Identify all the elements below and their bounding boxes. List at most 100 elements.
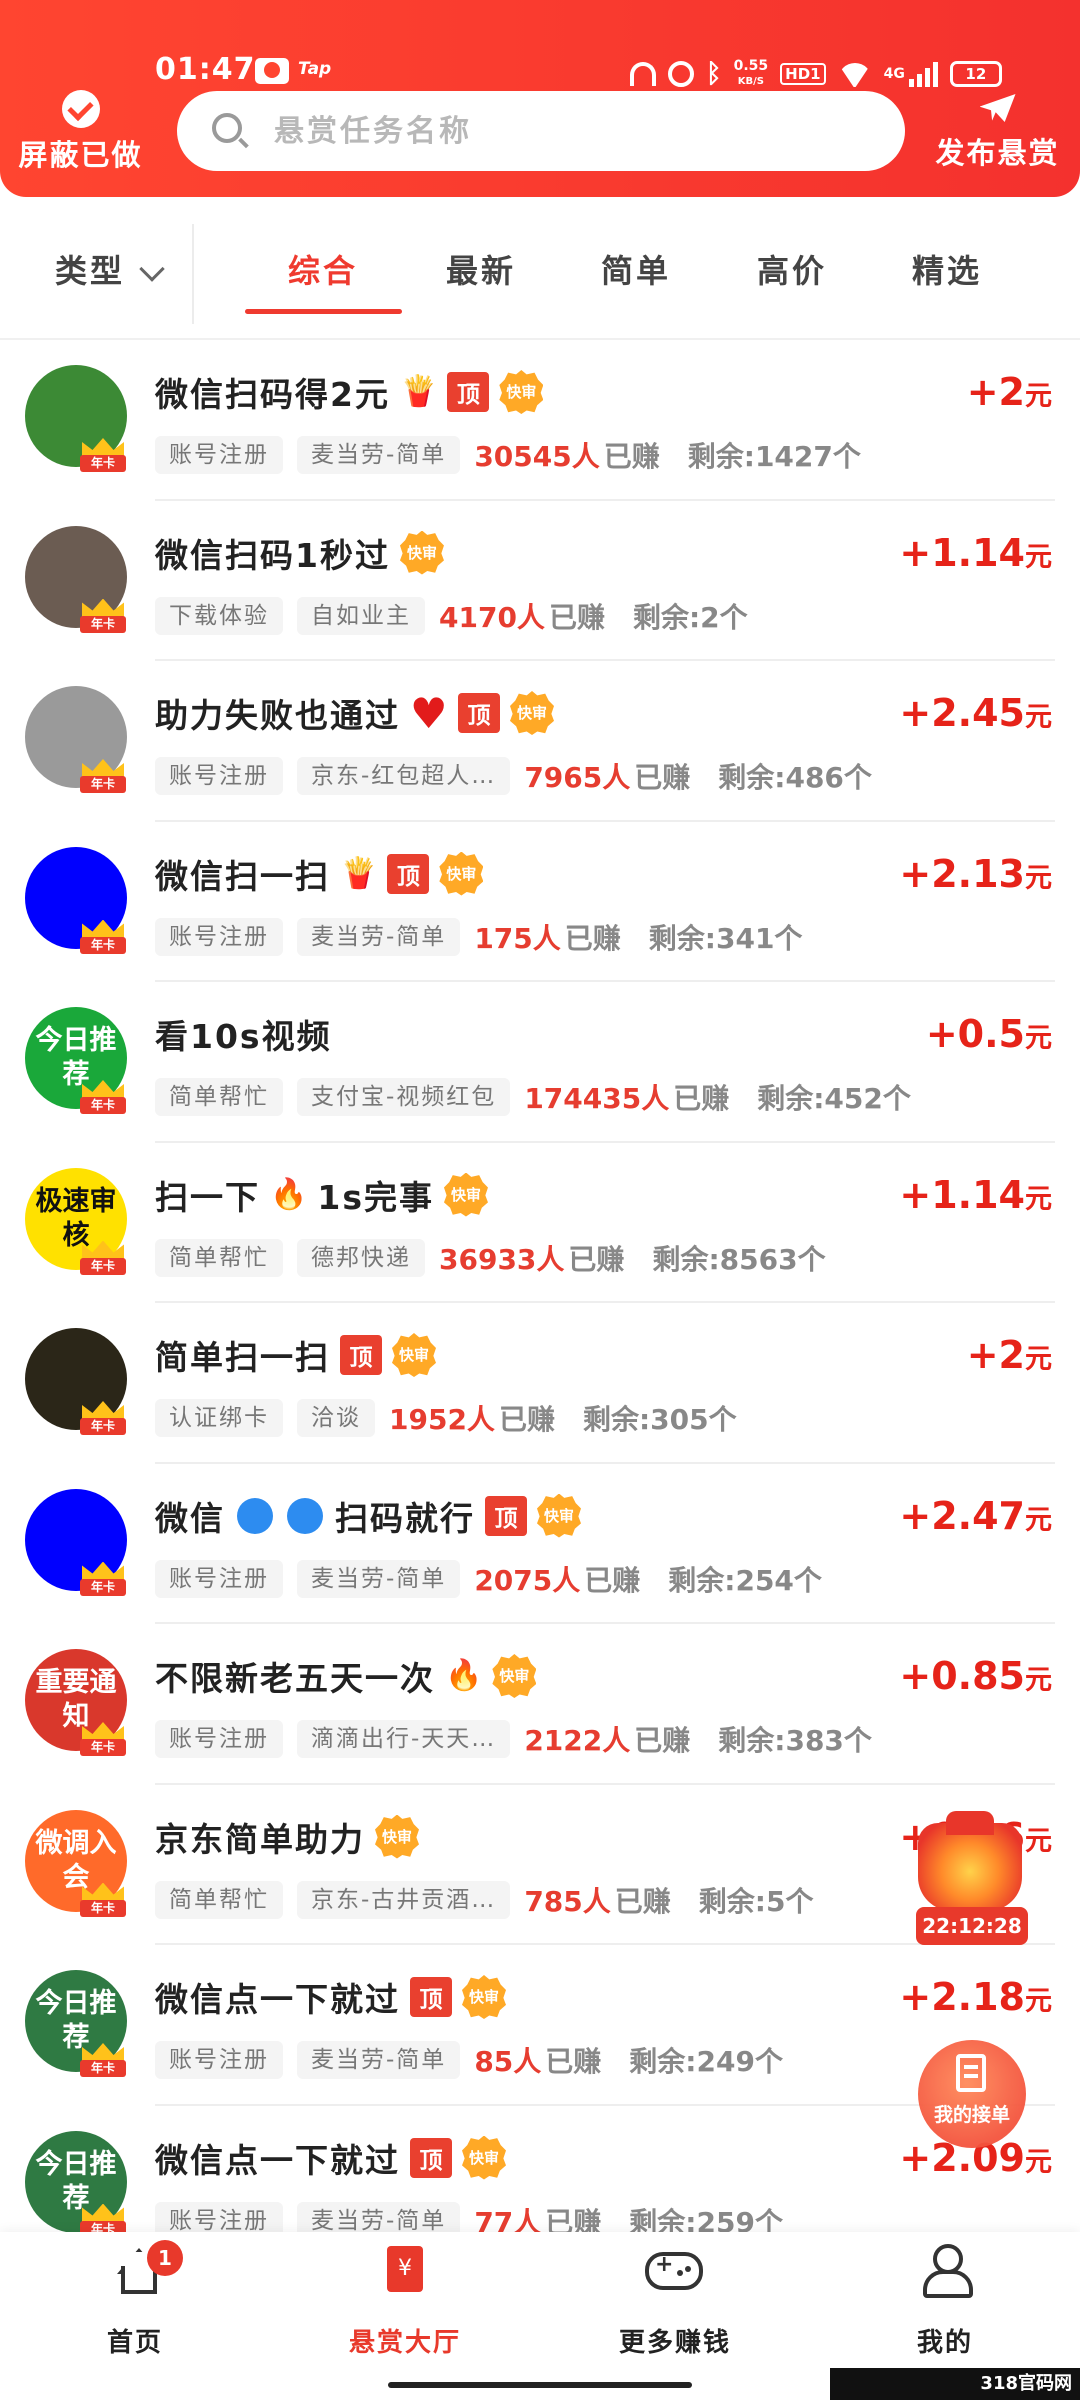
reward-amount: +1.14 (899, 1172, 1025, 1217)
task-title: 看10s视频 (155, 1017, 332, 1056)
tab-simple[interactable]: 简单 (601, 246, 671, 292)
reward-amount: +0.85 (899, 1654, 1025, 1698)
earned-suffix: 已赚 (498, 1403, 555, 1436)
year-card-badge: 年卡 (80, 919, 126, 956)
year-card-badge: 年卡 (80, 1882, 126, 1919)
type-filter-dropdown[interactable]: 类型 (55, 246, 125, 292)
earned-count: 85人 已赚 (474, 2040, 601, 2080)
nav-more-earn[interactable]: 更多赚钱 (575, 2232, 775, 2400)
tab-featured[interactable]: 精选 (912, 246, 982, 292)
task-row[interactable]: 今日推荐 年卡 看10s视频 简单帮忙 支付宝-视频红包 174435人 已赚 剩… (0, 982, 1080, 1143)
year-card-badge: 年卡 (80, 438, 126, 474)
year-card-label: 年卡 (80, 1097, 126, 1114)
task-row[interactable]: 年卡 微信 扫码就行顶快审 账号注册 麦当劳-简单 2075人 已赚 剩余:254个… (0, 1464, 1080, 1625)
my-orders-button[interactable]: 我的接单 (918, 2040, 1026, 2148)
task-row[interactable]: 极速审核 年卡 扫一下 🔥 1s完事 快审 简单帮忙 德邦快递 36933人 已赚 剩余… (0, 1143, 1080, 1304)
tab-latest[interactable]: 最新 (446, 246, 516, 292)
year-card-label: 年卡 (80, 1578, 126, 1596)
task-reward: +2.18元 (899, 1975, 1052, 2019)
publish-reward-label: 发布悬赏 (935, 136, 1060, 170)
search-box[interactable] (177, 91, 905, 171)
reward-unit: 元 (1025, 1504, 1052, 1536)
remaining-count: 剩余:341个 (648, 921, 803, 955)
task-meta-row: 简单帮忙 德邦快递 36933人 已赚 剩余:8563个 (155, 1237, 826, 1279)
gamepad-icon (645, 2252, 703, 2290)
fast-review-label: 快审 (516, 704, 547, 722)
task-title-row: 微信点一下就过顶快审 (155, 2135, 506, 2181)
task-meta-row: 简单帮忙 支付宝-视频红包 174435人 已赚 剩余:452个 (155, 1076, 911, 1118)
merchant-chip: 德邦快递 (297, 1238, 425, 1277)
search-input[interactable] (274, 91, 874, 171)
task-title: 简单扫一扫 (155, 1338, 330, 1377)
fast-review-label: 快审 (543, 1506, 574, 1525)
earned-count: 30545人 已赚 (474, 435, 659, 475)
year-card-label: 年卡 (80, 1257, 126, 1275)
nav-mine-label: 我的 (916, 2328, 973, 2358)
task-list: 年卡 微信扫码得2元 🍟 顶快审 账号注册 麦当劳-简单 30545人 已赚 剩余:1… (0, 340, 1080, 2266)
earned-value: 785人 (524, 1884, 611, 1918)
remaining-count: 剩余:254个 (668, 1563, 822, 1597)
network-speed: 0.55 KB/S (734, 59, 769, 89)
merchant-chip: 麦当劳-简单 (297, 2041, 461, 2079)
fries-icon: 🍟 (399, 374, 438, 409)
task-meta-row: 账号注册 京东-红包超人… 7965人 已赚 剩余:486个 (155, 755, 872, 797)
red-packet-widget[interactable]: 22:12:28 (910, 1811, 1032, 1949)
top-tag: 顶 (447, 372, 490, 412)
block-done-button[interactable]: 屏蔽已做 (18, 90, 143, 174)
earned-count: 174435人 已赚 (524, 1077, 729, 1117)
year-card-badge: 年卡 (80, 1240, 126, 1277)
category-chip: 账号注册 (155, 1559, 283, 1598)
earned-suffix: 已赚 (673, 1082, 730, 1115)
publish-reward-button[interactable]: 发布悬赏 (930, 88, 1065, 172)
year-card-badge: 年卡 (80, 1722, 126, 1758)
status-time: 01:47 (155, 52, 256, 87)
check-icon (61, 90, 100, 128)
search-icon (212, 113, 242, 143)
earned-suffix: 已赚 (545, 2045, 602, 2078)
task-row[interactable]: 重要通知 年卡 不限新老五天一次 🔥 快审 账号注册 滴滴出行-天天… 2122人已… (0, 1624, 1080, 1785)
category-chip: 账号注册 (155, 1720, 283, 1758)
reward-unit: 元 (1025, 1344, 1052, 1375)
nav-home[interactable]: 1 首页 (35, 2232, 235, 2400)
task-row[interactable]: 年卡 助力失败也通过 顶快审 账号注册 京东-红包超人… 7965人已赚 剩余:4… (0, 661, 1080, 822)
task-row[interactable]: 年卡 微信扫一扫 🍟 顶快审 账号注册 麦当劳-简单 175人 已赚 剩余:341个 … (0, 822, 1080, 983)
task-row[interactable]: 年卡 微信扫码1秒过 快审 下载体验 自如业主 4170人 已赚 剩余:2个 +1.… (0, 501, 1080, 662)
user-icon (921, 2244, 973, 2298)
year-card-badge: 年卡 (80, 1401, 126, 1437)
document-icon (956, 2054, 986, 2092)
task-title: 助力失败也通过 (155, 696, 400, 735)
fast-review-badge: 快审 (400, 531, 444, 575)
my-orders-label: 我的接单 (933, 2104, 1010, 2126)
chevron-down-icon[interactable] (139, 256, 165, 282)
year-card-label: 年卡 (80, 455, 126, 472)
task-title-row: 简单扫一扫顶快审 (155, 1332, 436, 1378)
tab-high-price[interactable]: 高价 (757, 246, 827, 292)
reward-amount: +2.47 (899, 1493, 1025, 1538)
task-row[interactable]: 今日推荐 年卡 微信点一下就过顶快审 账号注册 麦当劳-简单 85人 已赚 剩余:… (0, 1945, 1080, 2106)
fries-icon: 🍟 (340, 855, 378, 891)
countdown-timer: 22:12:28 (916, 1907, 1028, 1945)
fire-icon: 🔥 (270, 1176, 308, 1212)
reward-amount: +2.13 (899, 851, 1025, 896)
year-card-label: 年卡 (80, 1418, 126, 1435)
earned-value: 7965人 (524, 761, 631, 794)
task-meta-row: 账号注册 麦当劳-简单 2075人 已赚 剩余:254个 (155, 1558, 822, 1600)
remaining-count: 剩余:8563个 (652, 1242, 826, 1276)
paper-plane-icon (978, 88, 1018, 126)
alarm-icon (668, 61, 694, 87)
task-row[interactable]: 年卡 微信扫码得2元 🍟 顶快审 账号注册 麦当劳-简单 30545人 已赚 剩余:1… (0, 340, 1080, 501)
nav-more-earn-label: 更多赚钱 (618, 2328, 731, 2358)
task-title: 京东简单助力 (155, 1819, 365, 1859)
earned-value: 2122人 (524, 1724, 631, 1757)
task-meta-row: 认证绑卡 洽谈 1952人 已赚 剩余:305个 (155, 1397, 737, 1439)
nav-reward-hall[interactable]: ¥ 悬赏大厅 (305, 2232, 505, 2400)
net-speed-unit: KB/S (737, 76, 764, 87)
earned-suffix: 已赚 (634, 1724, 691, 1757)
task-meta-row: 下载体验 自如业主 4170人 已赚 剩余:2个 (155, 595, 748, 637)
home-indicator[interactable] (388, 2382, 692, 2388)
task-row[interactable]: 年卡 简单扫一扫顶快审 认证绑卡 洽谈 1952人 已赚 剩余:305个 +2元 (0, 1303, 1080, 1464)
tab-comprehensive[interactable]: 综合 (288, 246, 358, 292)
reward-unit: 元 (1025, 1183, 1052, 1215)
task-title-row: 微信扫一扫 🍟 顶快审 (155, 851, 483, 897)
divider (192, 224, 194, 324)
